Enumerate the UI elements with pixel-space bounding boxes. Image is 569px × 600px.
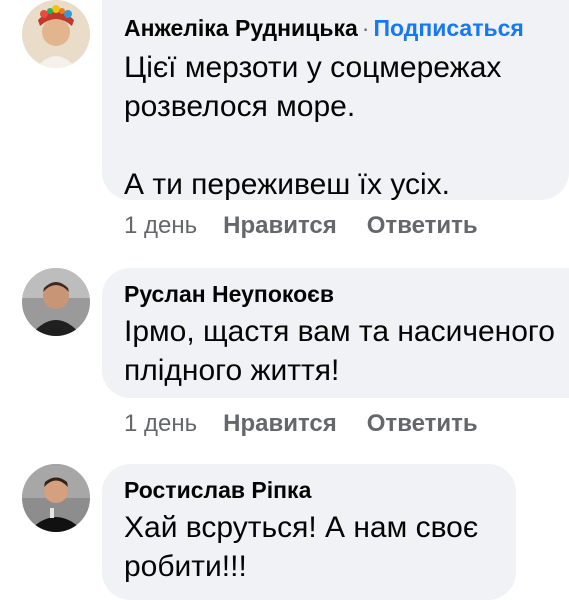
follow-link[interactable]: Подписаться bbox=[373, 15, 523, 41]
avatar-image bbox=[22, 268, 90, 336]
avatar-comment-3[interactable] bbox=[22, 464, 90, 532]
comment-text-2: Ірмо, щастя вам та насиченого плідного ж… bbox=[124, 315, 555, 387]
comment-time-1[interactable]: 1 день bbox=[124, 212, 197, 240]
comment-bubble-3: Ростислав Ріпка Хай всруться! А нам своє… bbox=[102, 464, 516, 600]
reply-button-2[interactable]: Ответить bbox=[367, 410, 478, 438]
like-button-2[interactable]: Нравится bbox=[223, 410, 337, 438]
avatar-comment-2[interactable] bbox=[22, 268, 90, 336]
comment-header-3: Ростислав Ріпка bbox=[124, 476, 516, 504]
comment-author-2[interactable]: Руслан Неупокоєв bbox=[124, 281, 334, 307]
comment-header-1: Анжеліка Рудницька · Подписаться bbox=[124, 14, 569, 42]
comment-actions-2: 1 день Нравится Ответить bbox=[124, 410, 478, 438]
avatar-image bbox=[22, 464, 90, 532]
avatar-image bbox=[22, 0, 90, 68]
like-button-1[interactable]: Нравится bbox=[223, 212, 337, 240]
comment-bubble-1: Анжеліка Рудницька · Подписаться Цієї мерз… bbox=[102, 0, 569, 201]
comment-header-2: Руслан Неупокоєв bbox=[124, 280, 569, 308]
comment-time-2[interactable]: 1 день bbox=[124, 410, 197, 438]
separator-dot: · bbox=[361, 15, 370, 41]
comment-bubble-2: Руслан Неупокоєв Ірмо, щастя вам та наси… bbox=[102, 268, 569, 398]
reply-button-1[interactable]: Ответить bbox=[367, 212, 478, 240]
comment-author-3[interactable]: Ростислав Ріпка bbox=[124, 477, 311, 503]
comment-actions-1: 1 день Нравится Ответить bbox=[124, 212, 478, 240]
comment-text-3: Хай всруться! А нам своє робити!!! bbox=[124, 511, 479, 583]
comment-text-1: Цієї мерзоти у соцмережах розвелося море… bbox=[124, 51, 502, 201]
avatar-comment-1[interactable] bbox=[22, 0, 90, 68]
comment-author-1[interactable]: Анжеліка Рудницька bbox=[124, 15, 358, 41]
